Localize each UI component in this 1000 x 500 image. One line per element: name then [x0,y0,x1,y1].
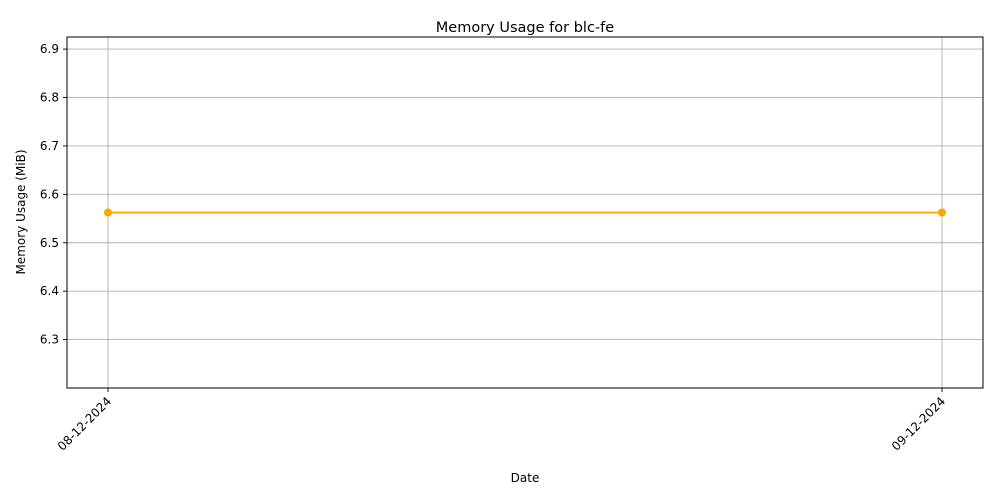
y-tick-label: 6.8 [40,91,59,105]
y-tick-label: 6.3 [40,333,59,347]
y-tick-label: 6.5 [40,236,59,250]
chart: Memory Usage for blc-fe 6.36.46.56.66.76… [14,20,984,485]
x-tick-label: 09-12-2024 [889,394,948,453]
y-tick-label: 6.4 [40,284,59,298]
x-axis-ticks: 08-12-2024 09-12-2024 [55,388,948,453]
data-point [104,208,112,217]
y-tick-label: 6.6 [40,187,59,201]
y-axis-label: Memory Usage (MiB) [14,149,28,274]
x-axis-label: Date [511,471,540,485]
chart-title: Memory Usage for blc-fe [436,20,614,36]
y-axis-ticks: 6.3 6.4 6.5 6.6 6.7 6.8 6.9 [40,42,67,347]
y-tick-label: 6.9 [40,42,59,56]
data-point [938,208,946,217]
y-tick-label: 6.7 [40,139,59,153]
x-tick-label: 08-12-2024 [55,394,114,453]
